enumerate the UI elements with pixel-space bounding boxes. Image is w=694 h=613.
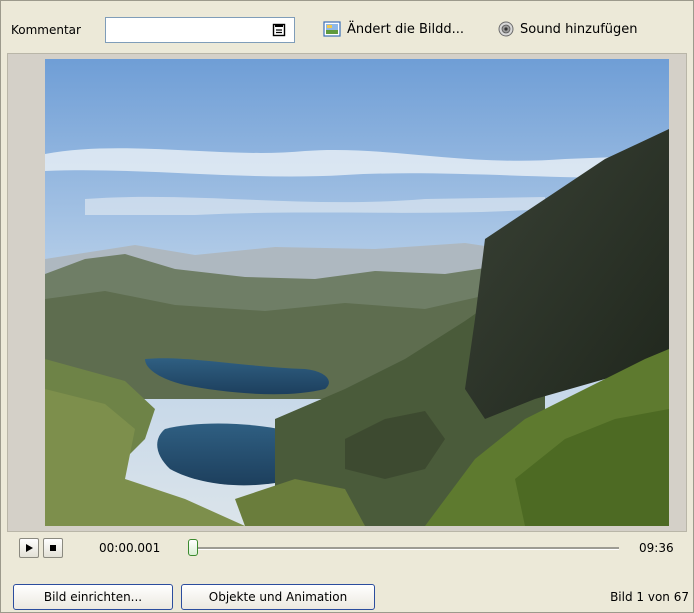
timeline-track[interactable] [193,547,619,550]
comment-input[interactable] [108,20,270,40]
speaker-icon [498,21,514,37]
change-image-link[interactable]: Ändert die Bildd... [323,21,464,37]
comment-label: Kommentar [11,23,81,37]
add-sound-link[interactable]: Sound hinzufügen [498,21,638,37]
timeline-thumb[interactable] [188,539,198,556]
add-sound-label: Sound hinzufügen [520,21,638,37]
slide-editor-window: Kommentar Ändert die Bildd... Sound hinz… [0,0,694,613]
setup-image-button[interactable]: Bild einrichten... [13,584,173,610]
notepad-icon [272,23,286,37]
current-time: 00:00.001 [99,541,161,555]
image-preview-panel [7,53,687,532]
comment-field[interactable] [105,17,295,43]
play-button[interactable] [19,538,39,558]
playback-bar: 00:00.001 09:36 [7,532,687,566]
change-image-label: Ändert die Bildd... [347,21,464,37]
slide-preview-image [45,59,669,526]
top-toolbar: Kommentar Ändert die Bildd... Sound hinz… [1,1,693,53]
stop-button[interactable] [43,538,63,558]
total-time: 09:36 [639,541,674,555]
stop-icon [50,545,56,551]
image-counter: Bild 1 von 67 [610,590,689,604]
image-edit-icon [323,21,341,37]
play-icon [26,544,33,552]
objects-animation-button[interactable]: Objekte und Animation [181,584,375,610]
comment-edit-button[interactable] [266,20,292,40]
bottom-bar: Bild einrichten... Objekte und Animation… [1,566,693,612]
